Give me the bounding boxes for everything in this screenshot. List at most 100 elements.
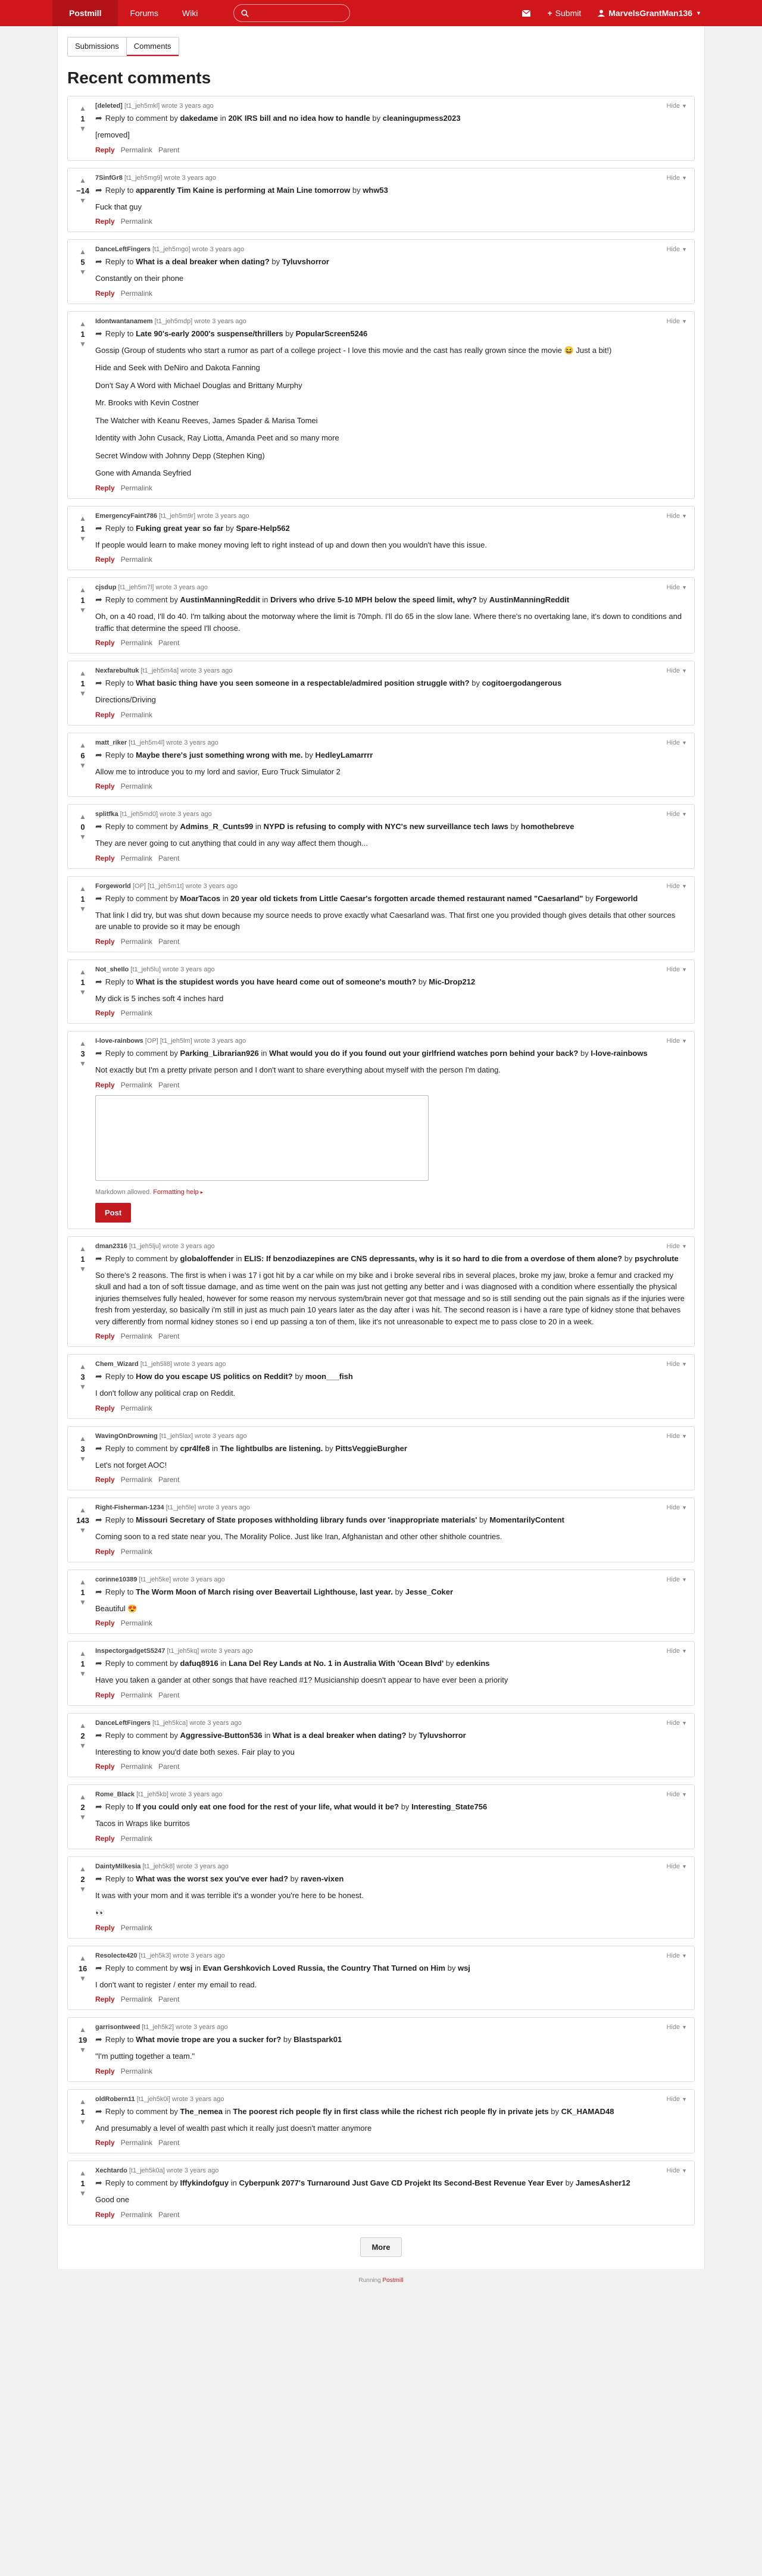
footer-postmill-link[interactable]: Postmill — [383, 2277, 404, 2284]
upvote-arrow-icon[interactable]: ▲ — [79, 670, 86, 678]
op-author-link[interactable]: Interesting_State756 — [411, 1802, 487, 1811]
submission-title-link[interactable]: What is a deal breaker when dating? — [136, 257, 270, 266]
parent-author-link[interactable]: dakedame — [180, 114, 218, 123]
submission-title-link[interactable]: Evan Gershkovich Loved Russia, the Count… — [203, 1964, 445, 1972]
op-author-link[interactable]: Blastspark01 — [293, 2035, 342, 2044]
parent-link[interactable]: Parent — [158, 1332, 179, 1340]
upvote-arrow-icon[interactable]: ▲ — [79, 1578, 86, 1587]
comment-author[interactable]: garrisontweed — [95, 2024, 140, 2031]
downvote-arrow-icon[interactable]: ▼ — [79, 1599, 86, 1607]
comment-author[interactable]: DaintyMilkesia — [95, 1863, 140, 1870]
upvote-arrow-icon[interactable]: ▲ — [79, 1435, 86, 1443]
reply-button[interactable]: Reply — [95, 555, 115, 564]
permalink-link[interactable]: Permalink — [121, 1995, 152, 2003]
hide-button[interactable]: Hide ▼ — [666, 2167, 687, 2174]
comment-author[interactable]: [deleted] — [95, 102, 123, 110]
reply-button[interactable]: Reply — [95, 937, 115, 946]
permalink-link[interactable]: Permalink — [121, 1691, 152, 1699]
parent-author-link[interactable]: wsj — [180, 1964, 192, 1972]
op-author-link[interactable]: moon___fish — [305, 1372, 353, 1381]
submission-title-link[interactable]: 20K IRS bill and no idea how to handle — [228, 114, 370, 123]
op-author-link[interactable]: edenkins — [456, 1659, 489, 1668]
hide-button[interactable]: Hide ▼ — [666, 2024, 687, 2031]
submission-title-link[interactable]: Fuking great year so far — [136, 524, 223, 533]
reply-button[interactable]: Reply — [95, 2139, 115, 2147]
hide-button[interactable]: Hide ▼ — [666, 512, 687, 520]
downvote-arrow-icon[interactable]: ▼ — [79, 2118, 86, 2127]
submission-title-link[interactable]: If you could only eat one food for the r… — [136, 1802, 399, 1811]
permalink-link[interactable]: Permalink — [121, 1619, 152, 1627]
reply-button[interactable]: Reply — [95, 2067, 115, 2075]
permalink-link[interactable]: Permalink — [121, 1548, 152, 1556]
op-author-link[interactable]: homothebreve — [521, 822, 574, 831]
upvote-arrow-icon[interactable]: ▲ — [79, 1955, 86, 1963]
downvote-arrow-icon[interactable]: ▼ — [79, 1265, 86, 1274]
op-author-link[interactable]: AustinManningReddit — [489, 595, 569, 604]
parent-author-link[interactable]: Iffykindofguy — [180, 2178, 229, 2187]
reply-button[interactable]: Reply — [95, 1332, 115, 1340]
submission-title-link[interactable]: Cyberpunk 2077's Turnaround Just Gave CD… — [239, 2178, 563, 2187]
upvote-arrow-icon[interactable]: ▲ — [79, 1506, 86, 1515]
hide-button[interactable]: Hide ▼ — [666, 318, 687, 325]
comment-author[interactable]: Rome_Black — [95, 1791, 135, 1798]
comment-author[interactable]: Chem_Wizard — [95, 1361, 139, 1368]
op-author-link[interactable]: PittsVeggieBurgher — [335, 1444, 407, 1453]
comment-author[interactable]: splitfka — [95, 811, 118, 818]
formatting-help-link[interactable]: Formatting help — [153, 1189, 198, 1196]
hide-button[interactable]: Hide ▼ — [666, 1433, 687, 1440]
reply-button[interactable]: Reply — [95, 1009, 115, 1017]
permalink-link[interactable]: Permalink — [121, 639, 152, 647]
upvote-arrow-icon[interactable]: ▲ — [79, 813, 86, 821]
downvote-arrow-icon[interactable]: ▼ — [79, 905, 86, 914]
hide-button[interactable]: Hide ▼ — [666, 1243, 687, 1250]
search-box[interactable] — [233, 4, 351, 22]
comment-author[interactable]: matt_riker — [95, 739, 127, 746]
upvote-arrow-icon[interactable]: ▲ — [79, 1793, 86, 1802]
reply-button[interactable]: Reply — [95, 1691, 115, 1699]
downvote-arrow-icon[interactable]: ▼ — [79, 690, 86, 698]
permalink-link[interactable]: Permalink — [121, 782, 152, 790]
permalink-link[interactable]: Permalink — [121, 1762, 152, 1771]
hide-button[interactable]: Hide ▼ — [666, 1037, 687, 1045]
downvote-arrow-icon[interactable]: ▼ — [79, 535, 86, 543]
comment-author[interactable]: Forgeworld — [95, 883, 131, 890]
comment-author[interactable]: Idontwantanamem — [95, 318, 153, 325]
upvote-arrow-icon[interactable]: ▲ — [79, 742, 86, 750]
submission-title-link[interactable]: Drivers who drive 5-10 MPH below the spe… — [270, 595, 477, 604]
hide-button[interactable]: Hide ▼ — [666, 811, 687, 818]
comment-author[interactable]: Xechtardo — [95, 2167, 127, 2174]
hide-button[interactable]: Hide ▼ — [666, 102, 687, 110]
submission-title-link[interactable]: What is a deal breaker when dating? — [273, 1731, 407, 1740]
comment-author[interactable]: 7SinfGr8 — [95, 174, 123, 182]
reply-button[interactable]: Reply — [95, 146, 115, 154]
submission-title-link[interactable]: The poorest rich people fly in first cla… — [233, 2107, 548, 2116]
parent-link[interactable]: Parent — [158, 1995, 179, 2003]
upvote-arrow-icon[interactable]: ▲ — [79, 885, 86, 893]
downvote-arrow-icon[interactable]: ▼ — [79, 340, 86, 349]
downvote-arrow-icon[interactable]: ▼ — [79, 989, 86, 997]
reply-button[interactable]: Reply — [95, 854, 115, 862]
permalink-link[interactable]: Permalink — [121, 484, 152, 492]
hide-button[interactable]: Hide ▼ — [666, 1647, 687, 1655]
messages-link[interactable] — [514, 0, 539, 26]
op-author-link[interactable]: I-love-rainbows — [591, 1049, 647, 1058]
parent-link[interactable]: Parent — [158, 1081, 179, 1089]
parent-author-link[interactable]: dafuq8916 — [180, 1659, 218, 1668]
user-menu[interactable]: MarvelsGrantMan136 ▼ — [589, 0, 710, 26]
downvote-arrow-icon[interactable]: ▼ — [79, 1527, 86, 1535]
search-input[interactable] — [252, 8, 342, 18]
hide-button[interactable]: Hide ▼ — [666, 1791, 687, 1798]
tab-comments[interactable]: Comments — [126, 37, 179, 56]
hide-button[interactable]: Hide ▼ — [666, 1720, 687, 1727]
submission-title-link[interactable]: Maybe there's just something wrong with … — [136, 751, 302, 759]
permalink-link[interactable]: Permalink — [121, 289, 152, 298]
submission-title-link[interactable]: Late 90's-early 2000's suspense/thriller… — [136, 329, 283, 338]
downvote-arrow-icon[interactable]: ▼ — [79, 762, 86, 770]
reply-button[interactable]: Reply — [95, 1834, 115, 1843]
permalink-link[interactable]: Permalink — [121, 1404, 152, 1412]
upvote-arrow-icon[interactable]: ▲ — [79, 586, 86, 595]
reply-button[interactable]: Reply — [95, 1548, 115, 1556]
downvote-arrow-icon[interactable]: ▼ — [79, 607, 86, 615]
parent-author-link[interactable]: AustinManningReddit — [180, 595, 260, 604]
parent-author-link[interactable]: cpr4lfe8 — [180, 1444, 210, 1453]
